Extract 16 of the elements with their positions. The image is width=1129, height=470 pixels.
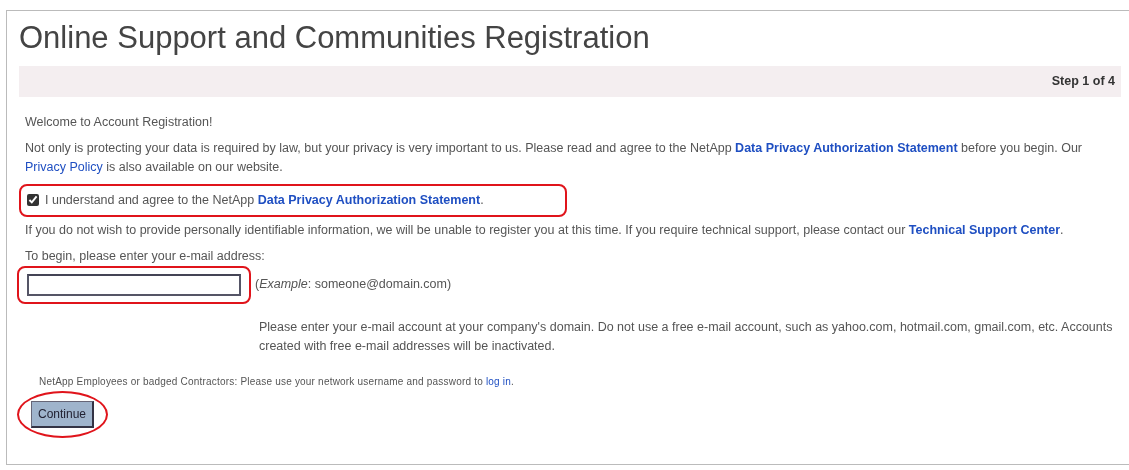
- agreement-text: I understand and agree to the NetApp Data Privacy Authorization Statement.: [45, 191, 484, 209]
- example-text: (Example: someone@domain.com): [255, 276, 452, 294]
- email-prompt: To begin, please enter your e-mail address:: [25, 247, 266, 265]
- support-paragraph: If you do not wish to provide personally identifiable information, we will be unable to register you at this time. If you require technical support, please contact our Technical Support Center.: [25, 221, 1065, 239]
- link[interactable]: Privacy Policy: [25, 159, 103, 174]
- welcome-text: Welcome to Account Registration!: [25, 113, 214, 131]
- step-indicator: Step 1 of 4: [19, 66, 1121, 97]
- link[interactable]: Technical Support Center: [908, 222, 1060, 237]
- link[interactable]: Data Privacy Authorization Statement: [735, 140, 958, 155]
- email-field[interactable]: [27, 273, 241, 296]
- agree-checkbox[interactable]: [27, 194, 39, 207]
- employee-note: NetApp Employees or badged Contractors: Please use your network username and password to log in.: [39, 374, 515, 389]
- email-note: Please enter your e-mail account at your company's domain. Do not use a free e-mail account, such as yahoo.com, hotmail.com, gmail.com, etc. Accounts created with free e-mail addresses will be inactivated.: [259, 318, 1114, 355]
- page-title: Online Support and Communities Registration: [19, 19, 651, 57]
- privacy-paragraph: Not only is protecting your data is required by law, but your privacy is very important to us. Please read and agree to the NetApp Data Privacy Authorization Statement before you begin. Our Privacy Policy is also available on our website.: [25, 139, 1083, 176]
- continue-button[interactable]: Continue: [31, 400, 95, 428]
